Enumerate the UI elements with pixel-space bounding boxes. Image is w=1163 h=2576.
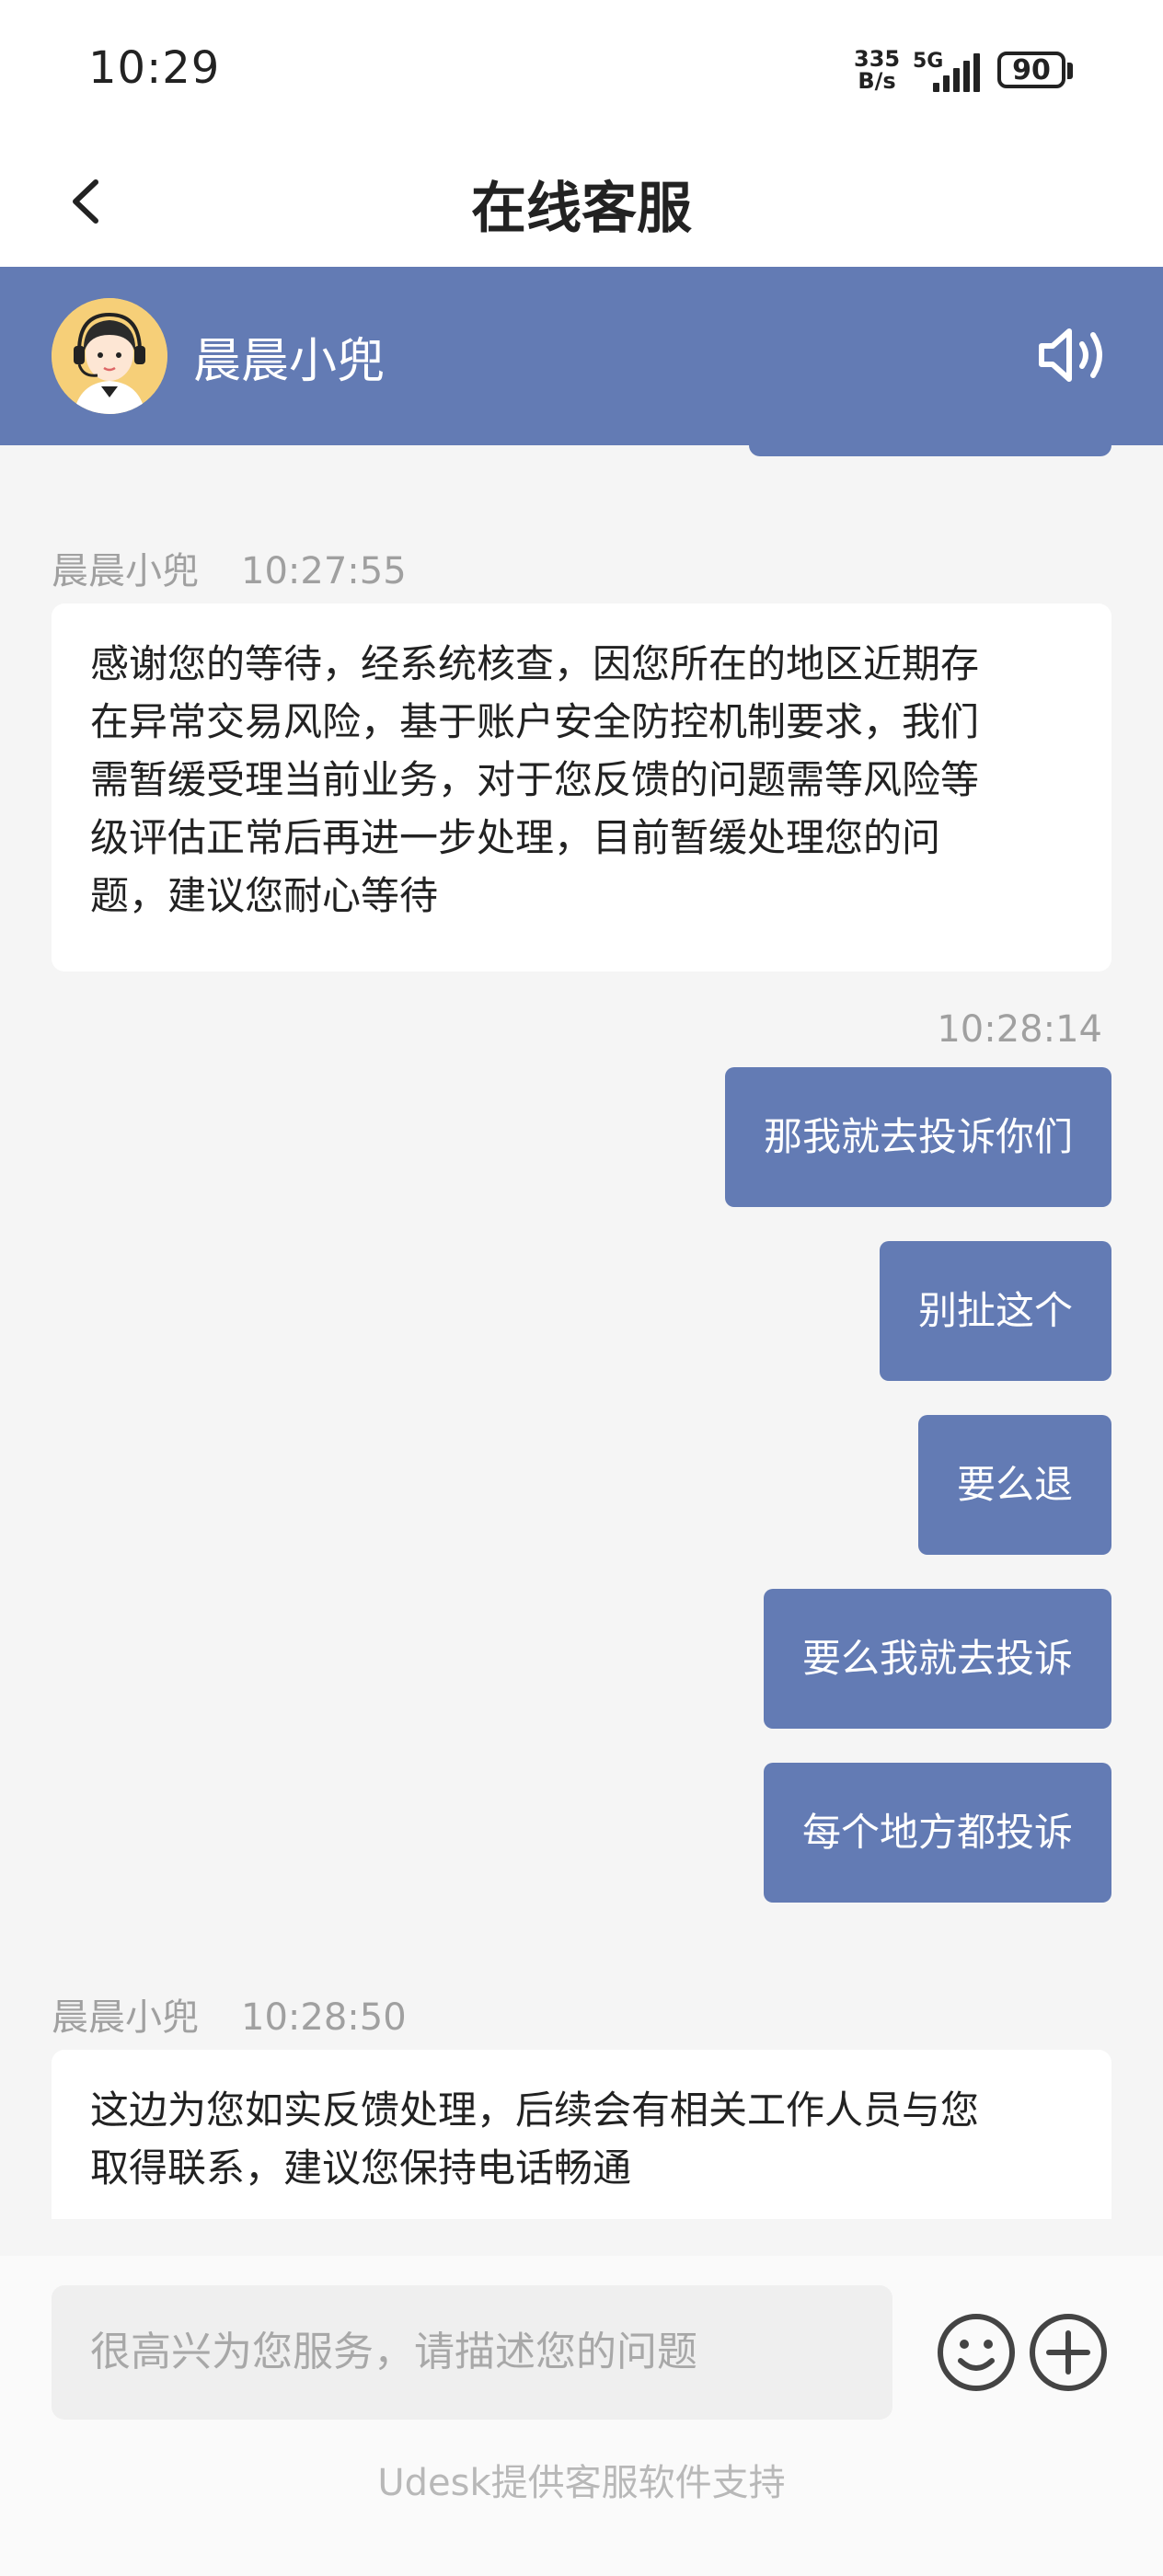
outgoing-message-bubble[interactable]: 要么退 xyxy=(917,1415,1111,1555)
nav-bar: 在线客服 xyxy=(0,138,1163,267)
outgoing-message-bubble[interactable]: 别扯这个 xyxy=(879,1241,1111,1381)
net-speed-value: 335 xyxy=(854,46,901,72)
message-line: 这边为您如实反馈处理，后续会有相关工作人员与您 xyxy=(90,2087,980,2133)
message-time: 10:28:14 xyxy=(937,1008,1102,1051)
agent-name: 晨晨小兜 xyxy=(193,334,386,389)
battery-icon: 90 xyxy=(997,52,1065,88)
message-time: 10:27:55 xyxy=(241,550,407,592)
sender-name: 晨晨小兜 xyxy=(52,1996,199,2039)
plus-icon xyxy=(1030,2314,1107,2391)
emoji-icon xyxy=(938,2314,1015,2391)
message-line: 在异常交易风险，基于账户安全防控机制要求，我们 xyxy=(90,699,980,744)
incoming-message-bubble[interactable]: 感谢您的等待，经系统核查，因您所在的地区近期存 在异常交易风险，基于账户安全防控… xyxy=(52,604,1111,972)
message-line: 取得联系，建议您保持电话畅通 xyxy=(90,2145,632,2191)
message-meta: 晨晨小兜 10:27:55 xyxy=(52,541,407,594)
incoming-message-bubble[interactable]: 这边为您如实反馈处理，后续会有相关工作人员与您 取得联系，建议您保持电话畅通 xyxy=(52,2050,1111,2219)
status-bar: 10:29 335 B/s 5G 90 xyxy=(0,0,1163,138)
status-time: 10:29 xyxy=(88,42,221,94)
agent-header: 晨晨小兜 xyxy=(0,267,1163,445)
message-meta: 晨晨小兜 10:28:50 xyxy=(52,1987,407,2041)
net-speed: 335 B/s xyxy=(854,48,900,92)
outgoing-message-bubble[interactable]: 每个地方都投诉 xyxy=(763,1763,1111,1903)
message-line: 需暂缓受理当前业务，对于您反馈的问题需等风险等 xyxy=(90,757,980,802)
message-line: 题，建议您耐心等待 xyxy=(90,873,439,918)
input-bar: 很高兴为您服务，请描述您的问题 Udesk提供客服软件支持 xyxy=(0,2256,1163,2576)
previous-message-bubble xyxy=(749,445,1111,456)
message-time: 10:28:50 xyxy=(241,1996,407,2039)
outgoing-message-bubble[interactable]: 要么我就去投诉 xyxy=(763,1589,1111,1729)
signal-icon xyxy=(933,50,980,92)
battery-tip xyxy=(1067,63,1073,79)
page-title: 在线客服 xyxy=(471,177,692,241)
outgoing-message-bubble[interactable]: 那我就去投诉你们 xyxy=(724,1067,1111,1207)
message-line: 级评估正常后再进一步处理，目前暂缓处理您的问 xyxy=(90,815,941,860)
emoji-button[interactable] xyxy=(935,2311,1018,2394)
net-speed-unit: B/s xyxy=(858,68,896,94)
message-input[interactable]: 很高兴为您服务，请描述您的问题 xyxy=(52,2285,892,2420)
chat-area[interactable]: 晨晨小兜 10:27:55 感谢您的等待，经系统核查，因您所在的地区近期存 在异常… xyxy=(0,445,1163,2219)
speaker-icon xyxy=(1039,328,1102,382)
agent-headset-avatar-icon xyxy=(52,298,167,414)
speaker-button[interactable] xyxy=(1034,322,1111,388)
message-line: 感谢您的等待，经系统核查，因您所在的地区近期存 xyxy=(90,641,980,686)
powered-by-text: Udesk提供客服软件支持 xyxy=(377,2462,786,2504)
plus-button[interactable] xyxy=(1027,2311,1110,2394)
avatar xyxy=(52,298,167,414)
battery-level: 90 xyxy=(1012,53,1051,86)
sender-name: 晨晨小兜 xyxy=(52,550,199,592)
